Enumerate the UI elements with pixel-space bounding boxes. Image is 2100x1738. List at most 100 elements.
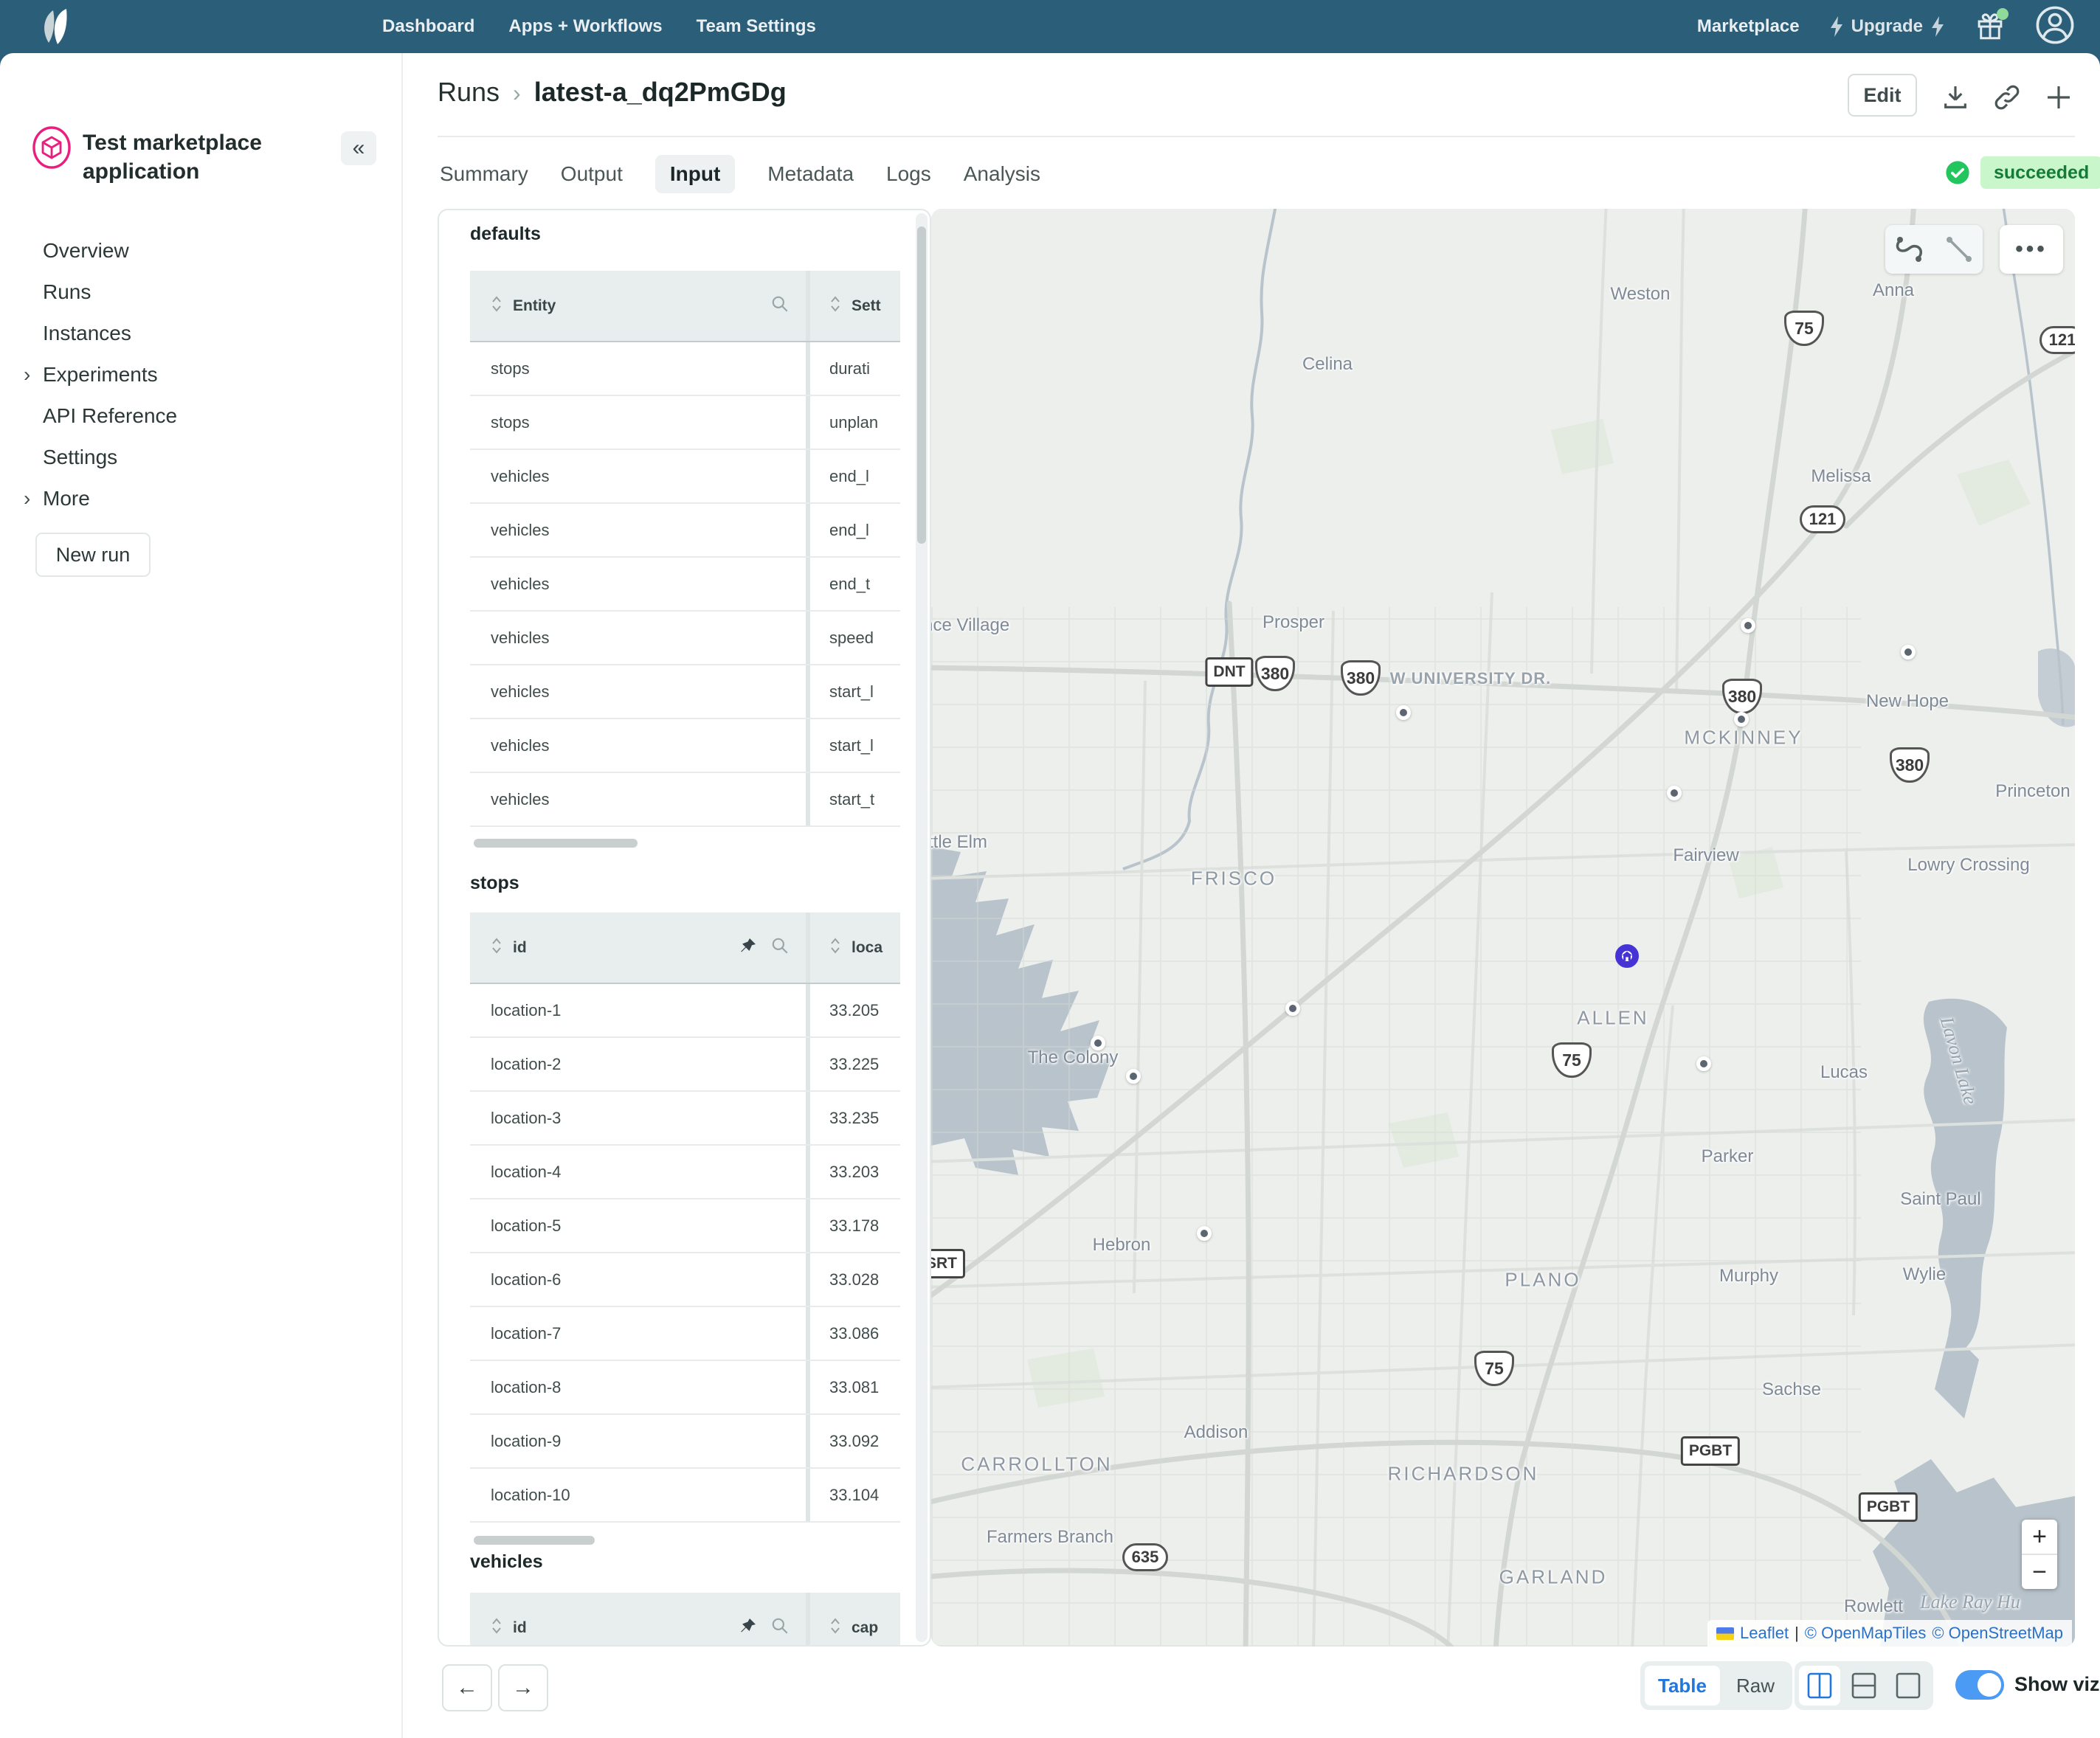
cell-value: location-4 (491, 1163, 561, 1182)
table-row[interactable]: location-533.178 (470, 1199, 900, 1253)
table-row[interactable]: location-933.092 (470, 1415, 900, 1469)
stop-marker-4[interactable] (1734, 712, 1749, 727)
sidebar-item-more[interactable]: ›More (43, 478, 367, 519)
sidebar-item-overview[interactable]: Overview (43, 230, 367, 271)
panel-scrollbar-thumb[interactable] (917, 226, 926, 544)
column-header-cap[interactable]: cap (810, 1593, 900, 1645)
horizontal-scrollbar-thumb[interactable] (474, 1536, 595, 1545)
table-row[interactable]: location-833.081 (470, 1361, 900, 1415)
stop-marker-3[interactable] (1396, 705, 1411, 720)
sort-icon[interactable] (829, 937, 841, 958)
pin-icon[interactable] (739, 937, 757, 958)
zoom-in-button[interactable]: + (2022, 1520, 2057, 1554)
panel-scroll-area[interactable]: defaultsEntitySettstopsduratistopsunplan… (439, 210, 916, 1645)
nav-upgrade-link[interactable]: Upgrade (1829, 16, 1945, 37)
nextmv-logo-icon[interactable] (40, 9, 74, 44)
search-icon[interactable] (770, 936, 790, 959)
table-row[interactable]: location-133.205 (470, 984, 900, 1038)
nav-link-team-settings[interactable]: Team Settings (697, 16, 816, 37)
table-row[interactable]: vehiclesend_l (470, 504, 900, 558)
tab-input[interactable]: Input (655, 155, 735, 193)
table-cell: location-9 (470, 1415, 810, 1467)
tab-summary[interactable]: Summary (440, 162, 528, 186)
view-option-table[interactable]: Table (1645, 1666, 1720, 1706)
map-panel[interactable]: WestonAnnaCelinaMelissaProsperence Villa… (931, 209, 2075, 1647)
sort-icon[interactable] (491, 937, 502, 958)
nav-link-dashboard[interactable]: Dashboard (382, 16, 474, 37)
stop-marker-2[interactable] (1901, 645, 1916, 659)
cell-value: 33.086 (829, 1324, 879, 1343)
sidebar-item-instances[interactable]: Instances (43, 313, 367, 354)
stop-marker-5[interactable] (1667, 786, 1682, 800)
sort-icon[interactable] (491, 1617, 502, 1638)
table-row[interactable]: location-233.225 (470, 1038, 900, 1092)
next-page-button[interactable]: → (498, 1664, 548, 1711)
tab-logs[interactable]: Logs (886, 162, 931, 186)
pin-icon[interactable] (739, 1617, 757, 1638)
cell-value: location-7 (491, 1324, 561, 1343)
table-row[interactable]: vehiclesend_l (470, 450, 900, 504)
stop-marker-6[interactable] (1285, 1001, 1300, 1016)
gift-button[interactable] (1975, 11, 2006, 42)
table-row[interactable]: vehiclesspeed (470, 612, 900, 665)
sidebar-item-settings[interactable]: Settings (43, 437, 367, 478)
column-header-sett[interactable]: Sett (810, 271, 900, 341)
table-row[interactable]: location-633.028 (470, 1253, 900, 1307)
openstreetmap-link[interactable]: © OpenStreetMap (1932, 1624, 2063, 1643)
nav-marketplace-link[interactable]: Marketplace (1697, 16, 1800, 37)
stop-marker-10[interactable] (1197, 1226, 1212, 1241)
avatar-button[interactable] (2035, 5, 2075, 49)
sidebar-item-runs[interactable]: Runs (43, 271, 367, 313)
column-header-id[interactable]: id (470, 913, 810, 983)
show-viz-toggle[interactable] (1955, 1670, 2004, 1700)
table-row[interactable]: location-333.235 (470, 1092, 900, 1146)
tab-analysis[interactable]: Analysis (964, 162, 1040, 186)
sort-icon[interactable] (829, 1617, 841, 1638)
nav-link-apps-workflows[interactable]: Apps + Workflows (508, 16, 662, 37)
search-icon[interactable] (770, 1616, 790, 1639)
sort-icon[interactable] (491, 295, 502, 316)
column-header-loca[interactable]: loca (810, 913, 900, 983)
new-run-button[interactable]: New run (35, 533, 151, 577)
sidebar-item-experiments[interactable]: ›Experiments (43, 354, 367, 395)
leaflet-link[interactable]: Leaflet (1740, 1624, 1789, 1643)
table-row[interactable]: vehiclesstart_l (470, 665, 900, 719)
map-route-toggle-button[interactable] (1885, 225, 1983, 274)
zoom-out-button[interactable]: − (2022, 1555, 2057, 1589)
prev-page-button[interactable]: ← (442, 1664, 492, 1711)
tab-metadata[interactable]: Metadata (767, 162, 854, 186)
column-header-entity[interactable]: Entity (470, 271, 810, 341)
table-row[interactable]: location-7 33.086 (470, 1307, 900, 1361)
breadcrumb-runs-link[interactable]: Runs (438, 77, 500, 107)
horizontal-scrollbar-thumb[interactable] (474, 839, 638, 848)
table-row[interactable]: vehiclesstart_l (470, 719, 900, 773)
layout-split-vertical-button[interactable] (1799, 1666, 1840, 1706)
sort-icon[interactable] (829, 295, 841, 316)
map-more-button[interactable]: ••• (2000, 225, 2063, 274)
share-link-icon[interactable] (1992, 83, 2022, 112)
table-row[interactable]: stopsunplan (470, 396, 900, 450)
stop-marker-1[interactable] (1741, 618, 1755, 633)
search-icon[interactable] (770, 294, 790, 317)
column-header-id[interactable]: id (470, 1593, 810, 1645)
download-icon[interactable] (1941, 83, 1970, 112)
openmaptiles-link[interactable]: © OpenMapTiles (1805, 1624, 1927, 1643)
stop-marker-8[interactable] (1126, 1069, 1141, 1084)
stop-marker-7[interactable] (1091, 1036, 1105, 1050)
table-row[interactable]: vehiclesstart_t (470, 773, 900, 827)
view-option-raw[interactable]: Raw (1723, 1666, 1788, 1706)
table-row[interactable]: location-433.203 (470, 1146, 900, 1199)
table-row[interactable]: stopsdurati (470, 342, 900, 396)
sidebar-item-api-reference[interactable]: API Reference (43, 395, 367, 437)
table-cell: location-3 (470, 1092, 810, 1144)
table-row[interactable]: vehiclesend_t (470, 558, 900, 612)
layout-split-horizontal-button[interactable] (1843, 1666, 1885, 1706)
table-row[interactable]: location-1033.104 (470, 1469, 900, 1523)
add-icon[interactable] (2044, 83, 2073, 112)
tab-output[interactable]: Output (561, 162, 623, 186)
edit-button[interactable]: Edit (1848, 74, 1917, 117)
sidebar-collapse-button[interactable]: « (341, 131, 376, 165)
layout-single-pane-button[interactable] (1887, 1666, 1929, 1706)
depot-marker[interactable] (1615, 944, 1639, 968)
stop-marker-9[interactable] (1696, 1056, 1711, 1071)
